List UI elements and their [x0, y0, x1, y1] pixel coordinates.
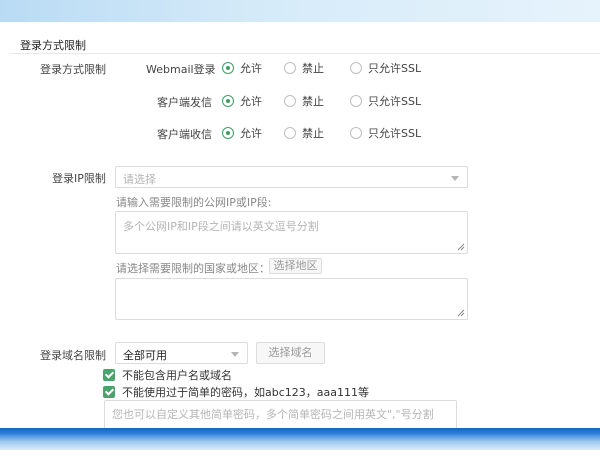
region-textarea[interactable] — [115, 278, 468, 320]
checkbox-checked-icon[interactable] — [103, 386, 115, 398]
section-title: 登录方式限制 — [20, 39, 86, 52]
custom-password-placeholder: 您也可以自定义其他简单密码，多个简单密码之间用英文","号分割 — [112, 408, 434, 421]
select-region-button[interactable]: 选择地区 — [269, 258, 322, 274]
client-send-deny-radio[interactable]: 禁止 — [284, 93, 324, 109]
login-method-label: 登录方式限制 — [40, 63, 106, 76]
section-divider — [10, 53, 600, 54]
top-gradient-band — [0, 0, 600, 22]
webmail-login-radio-group: 允许 禁止 只允许SSL — [222, 60, 437, 76]
ip-input-hint: 请输入需要限制的公网IP或IP段: — [116, 196, 272, 209]
radio-unchecked-icon — [350, 62, 362, 74]
ip-limit-select[interactable]: 请选择 — [115, 166, 468, 188]
domain-limit-select[interactable]: 全部可用 — [115, 342, 248, 364]
client-receive-radio-group: 允许 禁止 只允许SSL — [222, 125, 437, 141]
bottom-gradient-band — [0, 428, 600, 450]
webmail-deny-radio[interactable]: 禁止 — [284, 60, 324, 76]
client-send-label: 客户端发信 — [157, 96, 212, 109]
ip-limit-select-placeholder: 请选择 — [123, 173, 156, 186]
radio-unchecked-icon — [284, 62, 296, 74]
radio-checked-icon — [222, 127, 234, 139]
resize-grip-icon[interactable] — [457, 309, 465, 317]
radio-unchecked-icon — [350, 127, 362, 139]
radio-unchecked-icon — [284, 95, 296, 107]
region-hint: 请选择需要限制的国家或地区： — [116, 262, 270, 275]
resize-grip-icon[interactable] — [457, 243, 465, 251]
select-domain-button[interactable]: 选择域名 — [256, 342, 325, 364]
client-receive-deny-radio[interactable]: 禁止 — [284, 125, 324, 141]
chevron-down-icon — [231, 352, 239, 357]
client-send-allow-radio[interactable]: 允许 — [222, 93, 262, 109]
chevron-down-icon — [451, 176, 459, 181]
radio-unchecked-icon — [350, 95, 362, 107]
radio-checked-icon — [222, 62, 234, 74]
client-receive-allow-radio[interactable]: 允许 — [222, 125, 262, 141]
domain-limit-select-value: 全部可用 — [123, 349, 167, 362]
client-send-radio-group: 允许 禁止 只允许SSL — [222, 93, 437, 109]
radio-unchecked-icon — [284, 127, 296, 139]
radio-checked-icon — [222, 95, 234, 107]
domain-limit-label: 登录域名限制 — [40, 349, 106, 362]
client-receive-ssl-only-radio[interactable]: 只允许SSL — [350, 125, 421, 141]
client-send-ssl-only-radio[interactable]: 只允许SSL — [350, 93, 421, 109]
rule-no-username-row[interactable]: 不能包含用户名或域名 — [103, 367, 232, 383]
custom-simple-password-textarea[interactable]: 您也可以自定义其他简单密码，多个简单密码之间用英文","号分割 — [104, 400, 457, 430]
ip-textarea[interactable]: 多个公网IP和IP段之间请以英文逗号分割 — [115, 211, 468, 254]
ip-textarea-placeholder: 多个公网IP和IP段之间请以英文逗号分割 — [123, 220, 319, 233]
checkbox-checked-icon[interactable] — [103, 369, 115, 381]
webmail-login-label: Webmail登录 — [146, 63, 216, 76]
webmail-allow-radio[interactable]: 允许 — [222, 60, 262, 76]
webmail-ssl-only-radio[interactable]: 只允许SSL — [350, 60, 421, 76]
rule-no-simple-password-row[interactable]: 不能使用过于简单的密码，如abc123，aaa111等 — [103, 384, 369, 400]
client-receive-label: 客户端收信 — [157, 128, 212, 141]
ip-limit-label: 登录IP限制 — [52, 172, 106, 185]
